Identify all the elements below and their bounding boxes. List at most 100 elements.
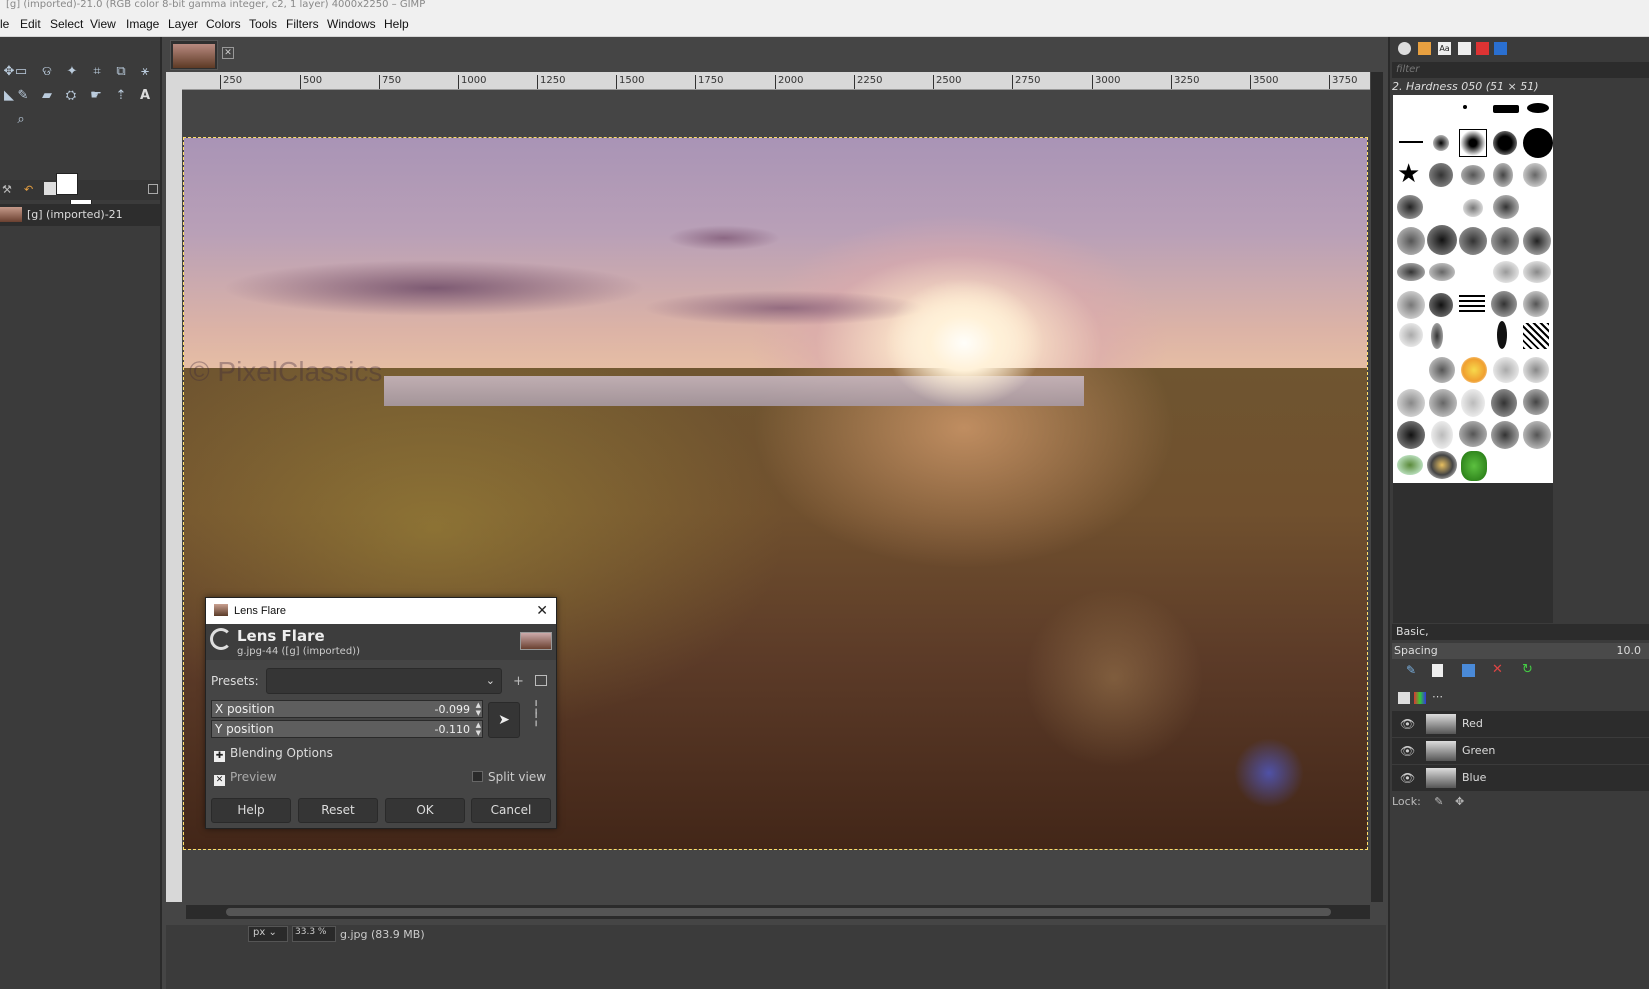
preview-checkbox[interactable]: ✕ Preview [214, 770, 277, 786]
brush-item[interactable] [1491, 227, 1519, 255]
close-icon[interactable]: ✕ [536, 602, 548, 619]
split-view-checkbox[interactable]: Split view [472, 770, 546, 784]
palettes-tab-icon[interactable] [1476, 42, 1489, 55]
brush-item[interactable] [1523, 357, 1549, 383]
menu-windows[interactable]: Windows [327, 17, 376, 31]
vertical-ruler[interactable] [166, 90, 182, 902]
brush-item[interactable] [1491, 291, 1517, 317]
menu-view[interactable]: View [90, 17, 116, 31]
dialog-titlebar[interactable]: Lens Flare ✕ [206, 598, 556, 624]
presets-menu-icon[interactable] [535, 675, 547, 686]
brush-item[interactable] [1523, 163, 1547, 187]
menu-select[interactable]: Select [50, 17, 83, 31]
brush-item[interactable] [1491, 389, 1517, 417]
cancel-button[interactable]: Cancel [471, 798, 551, 823]
y-position-value[interactable]: -0.110 [435, 723, 470, 736]
brush-item[interactable] [1429, 163, 1453, 187]
lock-pixels-icon[interactable]: ✎ [1434, 795, 1443, 808]
brush-grid[interactable]: ★ [1393, 95, 1553, 483]
brush-item[interactable] [1429, 263, 1455, 281]
image-tab[interactable] [170, 40, 218, 70]
brush-item[interactable] [1459, 421, 1487, 447]
brush-item[interactable] [1427, 225, 1457, 255]
brush-filter-input[interactable]: filter [1392, 62, 1649, 78]
zoom-select[interactable]: 33.3 % [292, 926, 336, 942]
pepper-brush-icon[interactable] [1461, 451, 1487, 481]
x-position-spinscale[interactable]: X position -0.099 ▲ ▼ [211, 700, 483, 718]
menu-file[interactable]: le [0, 17, 9, 31]
brush-item[interactable] [1493, 261, 1519, 283]
brush-item[interactable] [1397, 291, 1425, 319]
edit-brush-icon[interactable]: ✎ [1406, 663, 1416, 677]
y-position-spinscale[interactable]: Y position -0.110 ▲ ▼ [211, 720, 483, 738]
brush-item[interactable] [1463, 105, 1467, 109]
brush-item[interactable] [1397, 227, 1425, 255]
brush-item[interactable] [1523, 227, 1551, 255]
brush-item[interactable] [1459, 295, 1485, 315]
spin-arrows-icon[interactable]: ▲ ▼ [476, 701, 481, 717]
delete-brush-icon[interactable]: ✕ [1492, 662, 1503, 677]
brush-item[interactable] [1461, 389, 1485, 417]
vertical-scrollbar[interactable] [1371, 72, 1383, 902]
rect-select-icon[interactable]: ▭ [12, 63, 30, 81]
x-position-value[interactable]: -0.099 [435, 703, 470, 716]
brush-item[interactable] [1493, 195, 1519, 219]
brush-item[interactable] [1461, 357, 1487, 383]
close-image-tab-icon[interactable]: ✕ [222, 47, 234, 59]
lock-position-icon[interactable]: ✥ [1455, 795, 1464, 808]
brush-item[interactable] [1459, 227, 1487, 255]
brush-item[interactable] [1493, 105, 1519, 113]
menu-image[interactable]: Image [126, 17, 159, 31]
images-list-item[interactable]: [g] (imported)-21 [0, 204, 160, 226]
blending-options-expander[interactable]: ✚ Blending Options [214, 746, 333, 762]
brush-item[interactable] [1397, 421, 1425, 449]
brush-item[interactable] [1397, 263, 1425, 281]
brush-item[interactable] [1397, 389, 1425, 417]
brush-item[interactable] [1523, 128, 1553, 158]
menu-tools[interactable]: Tools [249, 17, 277, 31]
menu-colors[interactable]: Colors [206, 17, 241, 31]
fuzzy-select-icon[interactable]: ✦ [63, 63, 81, 81]
layers-tab-icon[interactable] [1398, 692, 1410, 704]
brush-item[interactable] [1429, 389, 1457, 417]
brush-item[interactable] [1491, 421, 1519, 449]
paths-icon[interactable]: ⇡ [112, 87, 130, 105]
undo-history-tab-icon[interactable]: ↶ [24, 183, 33, 196]
brushes-tab-icon[interactable] [1398, 42, 1411, 55]
brush-item[interactable] [1397, 195, 1423, 219]
channel-row-green[interactable]: 👁 Green [1392, 738, 1649, 764]
chain-link-icon[interactable]: ╎ ╎ [532, 701, 540, 727]
visibility-eye-icon[interactable]: 👁 [1400, 744, 1415, 758]
brush-item[interactable] [1523, 291, 1549, 317]
zoom-tool-icon[interactable]: ⌕ [12, 111, 30, 129]
brush-item[interactable] [1493, 131, 1517, 155]
presets-combo[interactable]: ⌄ [266, 668, 502, 694]
reset-button[interactable]: Reset [298, 798, 378, 823]
spin-arrows-icon[interactable]: ▲ ▼ [476, 721, 481, 737]
brush-item[interactable] [1399, 141, 1423, 143]
brush-item[interactable] [1431, 323, 1443, 349]
gradients-tab-icon[interactable] [1494, 42, 1507, 55]
brush-item[interactable] [1397, 455, 1423, 475]
warp-transform-icon[interactable]: ⚹ [136, 63, 154, 81]
unified-transform-icon[interactable]: ⧉ [112, 63, 130, 81]
brush-item[interactable] [1429, 357, 1455, 383]
horizontal-scrollbar[interactable] [186, 905, 1370, 919]
channels-tab-icon[interactable] [1414, 692, 1426, 704]
brush-item[interactable] [1523, 421, 1551, 449]
brush-item[interactable] [1433, 135, 1449, 151]
scrollbar-thumb[interactable] [226, 908, 1331, 916]
foreground-color-swatch[interactable] [56, 173, 78, 195]
crop-icon[interactable]: ⌗ [88, 63, 106, 81]
brush-item[interactable] [1431, 421, 1453, 449]
visibility-eye-icon[interactable]: 👁 [1400, 717, 1415, 731]
menu-filters[interactable]: Filters [286, 17, 319, 31]
ok-button[interactable]: OK [385, 798, 465, 823]
brush-item[interactable] [1527, 103, 1549, 113]
pick-coordinates-button[interactable]: ➤ [488, 702, 520, 738]
brush-tag-filter[interactable]: Basic, [1392, 624, 1649, 640]
new-brush-icon[interactable] [1432, 664, 1443, 677]
visibility-eye-icon[interactable]: 👁 [1400, 771, 1415, 785]
images-tab-icon[interactable] [44, 182, 56, 195]
add-preset-icon[interactable]: + [513, 674, 524, 689]
